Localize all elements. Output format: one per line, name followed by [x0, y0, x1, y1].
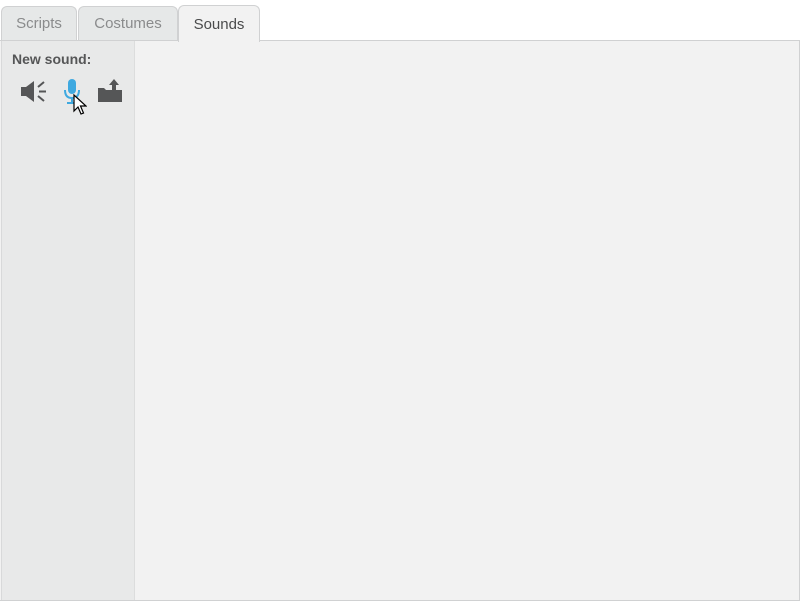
microphone-icon — [64, 79, 80, 104]
speaker-icon — [21, 81, 46, 102]
sound-editor-area — [135, 48, 799, 600]
new-sound-label: New sound: — [12, 51, 92, 67]
record-new-sound-button[interactable] — [56, 76, 88, 106]
sound-list-sidebar — [2, 41, 135, 600]
upload-sound-from-file-button[interactable] — [94, 76, 126, 106]
tab-scripts[interactable]: Scripts — [1, 6, 77, 40]
choose-sound-from-library-button[interactable] — [18, 76, 50, 106]
tab-costumes[interactable]: Costumes — [78, 6, 178, 40]
tab-bar: Scripts Costumes Sounds — [0, 0, 800, 42]
tab-sounds[interactable]: Sounds — [178, 5, 260, 42]
upload-icon — [98, 79, 122, 102]
